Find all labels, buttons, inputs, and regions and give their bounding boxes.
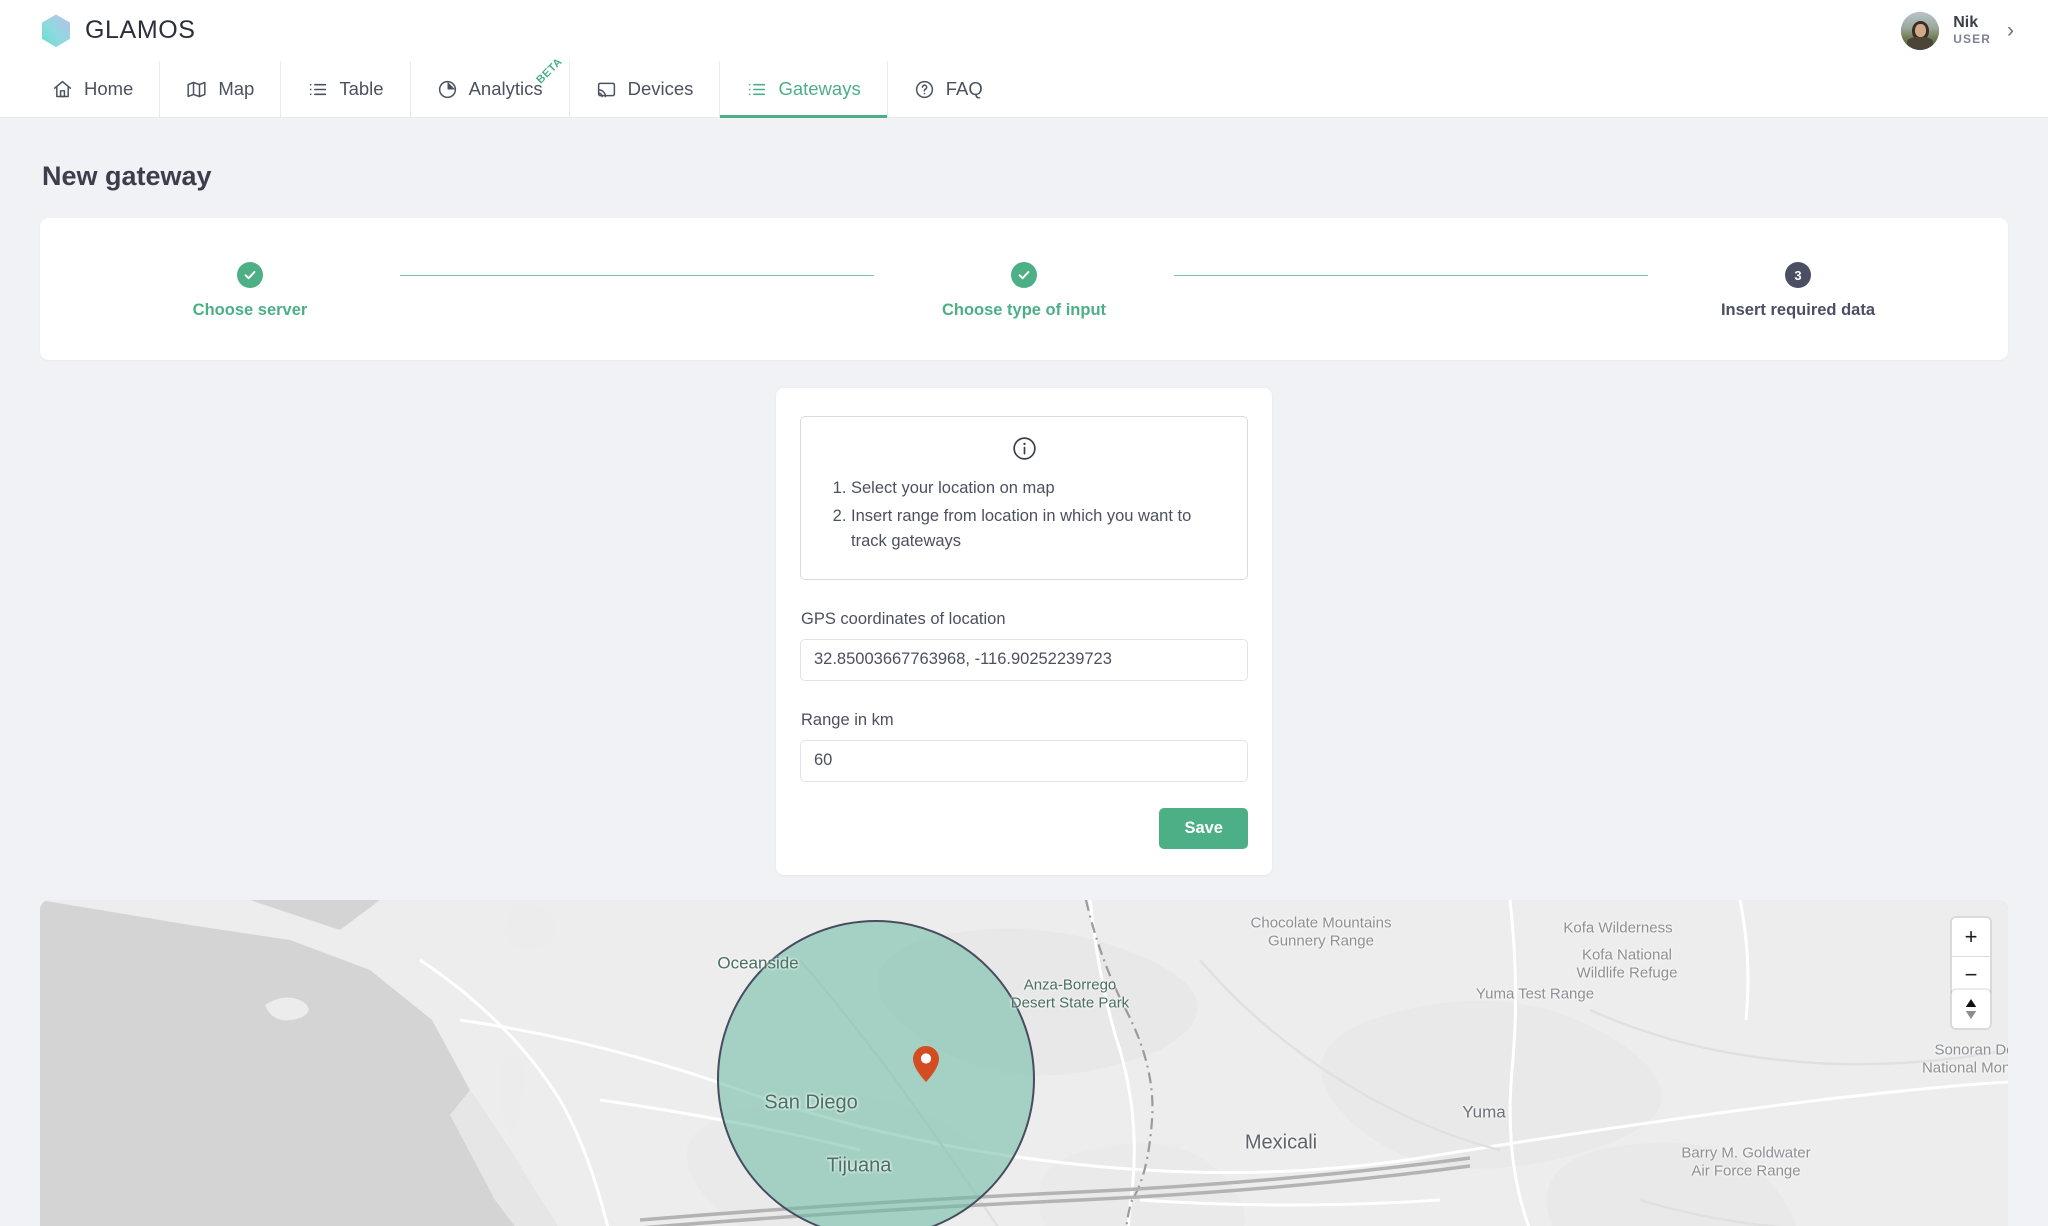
zoom-in-button[interactable]: + <box>1952 917 1990 956</box>
step-marker <box>237 262 263 288</box>
step-marker: 3 <box>1785 262 1811 288</box>
location-map[interactable]: Oceanside San Diego Tijuana Anza-Borrego… <box>40 899 2008 1226</box>
user-role: USER <box>1953 31 1991 46</box>
nav-item-table[interactable]: Table <box>281 61 411 117</box>
page-title: New gateway <box>42 161 212 191</box>
device-cast-icon <box>597 82 615 97</box>
step-marker <box>1011 262 1037 288</box>
map-icon <box>187 81 206 97</box>
top-bar: GLAMOS Nik USER › <box>0 0 2048 61</box>
location-pin-icon[interactable] <box>913 1045 939 1082</box>
form-section: Select your location on map Insert range… <box>40 388 2008 875</box>
check-icon <box>244 271 256 280</box>
nav-label-devices: Devices <box>627 78 694 99</box>
user-menu[interactable]: Nik USER › <box>1901 11 2014 50</box>
gps-coordinates-input[interactable] <box>800 638 1248 681</box>
home-icon <box>53 80 72 97</box>
step-choose-server[interactable]: Choose server <box>100 262 400 320</box>
check-icon <box>1018 271 1030 280</box>
nav-item-devices[interactable]: Devices <box>570 61 721 117</box>
pie-chart-icon <box>438 80 456 98</box>
instructions-list: Select your location on map Insert range… <box>821 476 1227 555</box>
page-content: New gateway Choose server Choose type of… <box>0 118 2048 875</box>
nav-label-home: Home <box>84 78 134 99</box>
range-circle <box>717 919 1035 1226</box>
info-circle-icon <box>1012 437 1036 460</box>
list-icon <box>310 83 327 95</box>
gateway-form-card: Select your location on map Insert range… <box>776 388 1272 875</box>
hexagon-logo-icon <box>42 14 70 47</box>
instruction-item: Insert range from location in which you … <box>851 504 1227 555</box>
avatar <box>1901 11 1940 50</box>
nav-item-faq[interactable]: FAQ <box>888 61 1009 117</box>
zoom-out-button[interactable]: − <box>1952 955 1990 994</box>
instruction-item: Select your location on map <box>851 476 1227 502</box>
stepper-card: Choose server Choose type of input 3 Ins… <box>40 218 2008 360</box>
nav-label-gateways: Gateways <box>778 78 861 99</box>
nav-label-faq: FAQ <box>945 78 983 99</box>
step-choose-type-of-input[interactable]: Choose type of input <box>874 262 1174 320</box>
compass-reset-north-button[interactable] <box>1952 989 1990 1028</box>
step-label: Choose server <box>192 301 308 319</box>
nav-item-gateways[interactable]: Gateways <box>720 61 888 118</box>
nav-label-table: Table <box>339 78 384 99</box>
stepper: Choose server Choose type of input 3 Ins… <box>40 262 2008 320</box>
compass-icon <box>1965 998 1977 1019</box>
step-insert-required-data[interactable]: 3 Insert required data <box>1648 262 1948 320</box>
range-km-label: Range in km <box>801 710 894 729</box>
step-label: Insert required data <box>1720 301 1876 319</box>
stepper-connector <box>1174 275 1648 276</box>
stepper-connector <box>400 275 874 276</box>
gps-coordinates-label: GPS coordinates of location <box>801 609 1006 628</box>
brand-name: GLAMOS <box>85 16 196 44</box>
list-icon <box>749 83 766 95</box>
brand-logo[interactable]: GLAMOS <box>40 13 196 49</box>
question-circle-icon <box>915 80 933 98</box>
nav-item-map[interactable]: Map <box>160 61 282 117</box>
nav-item-analytics[interactable]: Analytics BETA <box>411 56 570 117</box>
map-zoom-controls: + − <box>1952 917 1990 994</box>
instructions-box: Select your location on map Insert range… <box>800 416 1248 580</box>
nav-item-home[interactable]: Home <box>26 61 161 117</box>
range-km-input[interactable] <box>800 739 1248 782</box>
beta-badge: BETA <box>534 55 566 87</box>
chevron-right-icon[interactable]: › <box>2007 20 2014 41</box>
main-navigation: Home Map Table Analytics BETA Devices Ga… <box>0 56 2048 118</box>
save-button[interactable]: Save <box>1159 807 1248 849</box>
map-compass-control <box>1952 989 1990 1028</box>
nav-label-analytics: Analytics <box>468 78 543 99</box>
user-name: Nik <box>1953 14 1979 32</box>
step-label: Choose type of input <box>941 301 1107 319</box>
nav-label-map: Map <box>218 78 255 99</box>
